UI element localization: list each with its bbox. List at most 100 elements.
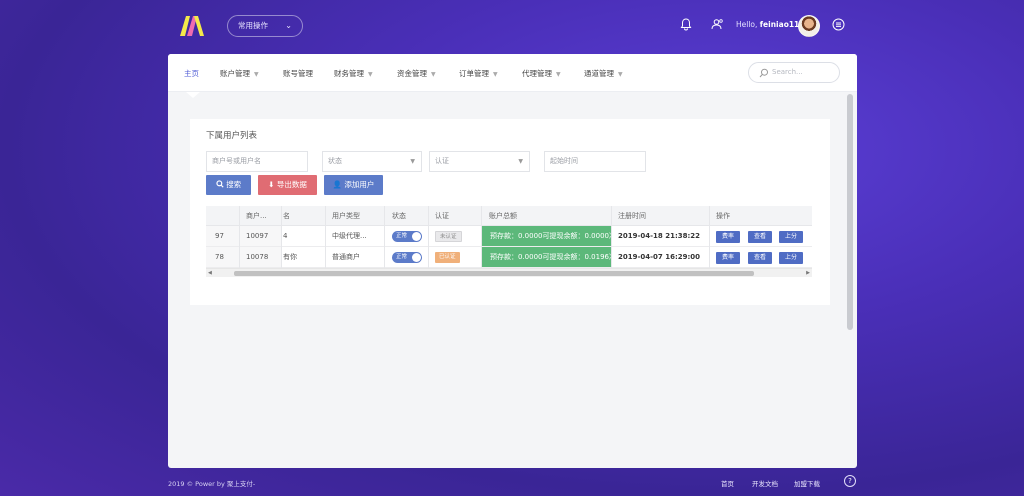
nav-item-label: 主页: [184, 69, 199, 78]
chevron-down-icon: ▼: [410, 158, 415, 165]
column-divider: [239, 206, 240, 268]
chevron-down-icon: ▼: [493, 71, 498, 78]
column-divider: [611, 206, 612, 268]
view-button[interactable]: 查看: [748, 252, 772, 264]
user-table: 商户... 名 用户类型 状态 认证 账户总额 注册时间 操作 97 10097…: [206, 206, 812, 278]
search-button-label: 搜索: [226, 180, 242, 189]
status-select[interactable]: 状态 ▼: [322, 151, 422, 172]
status-toggle[interactable]: 正常: [392, 252, 422, 263]
auth-select[interactable]: 认证 ▼: [429, 151, 530, 172]
chevron-down-icon: ▼: [254, 71, 259, 78]
rate-button[interactable]: 费率: [716, 231, 740, 243]
avatar[interactable]: [798, 15, 820, 37]
column-header[interactable]: 操作: [716, 206, 746, 225]
search-button[interactable]: 搜索: [206, 175, 251, 195]
table-row: 97 10097 4 中级代理... 正常 未认证 预存款：0.0000可提现余…: [206, 226, 812, 247]
column-divider: [325, 206, 326, 268]
search-placeholder: Search...: [772, 68, 803, 76]
auth-badge: 未认证: [435, 231, 462, 242]
chevron-down-icon: ▼: [431, 71, 436, 78]
search-icon: [759, 68, 768, 78]
table-row: 78 10078 有你 普通商户 正常 已认证 预存款：0.0000可提现余额：…: [206, 247, 812, 268]
menu-icon[interactable]: [832, 18, 846, 32]
scrollbar-thumb[interactable]: [234, 271, 754, 276]
start-time-input[interactable]: 起始时间: [544, 151, 646, 172]
register-time: 2019-04-18 21:38:22: [618, 232, 701, 240]
table-header: 商户... 名 用户类型 状态 认证 账户总额 注册时间 操作: [206, 206, 812, 226]
status-toggle-label: 正常: [396, 254, 408, 260]
toggle-knob: [412, 232, 421, 241]
user-type: 中级代理...: [332, 232, 367, 240]
search-icon: [216, 180, 224, 188]
scroll-right-icon[interactable]: ▶: [806, 269, 810, 277]
nav-item-label: 账户管理: [220, 69, 250, 78]
quick-actions-label: 常用操作: [238, 21, 268, 30]
status-select-label: 状态: [328, 157, 342, 165]
footer-link-home[interactable]: 首页: [721, 478, 734, 488]
account-placeholder: 商户号或用户名: [212, 157, 261, 165]
column-header[interactable]: 名: [283, 206, 303, 225]
scroll-left-icon[interactable]: ◀: [208, 269, 212, 277]
column-divider: [281, 206, 282, 268]
merchant-id: 10078: [246, 253, 269, 261]
register-time: 2019-04-07 16:29:00: [618, 253, 701, 261]
bell-icon[interactable]: [680, 18, 694, 32]
user-name: 有你: [283, 253, 297, 261]
user-name: 4: [283, 232, 288, 240]
start-time-placeholder: 起始时间: [550, 157, 578, 165]
search-input[interactable]: Search...: [748, 62, 840, 83]
credit-button[interactable]: 上分: [779, 252, 803, 264]
nav-item-account[interactable]: 账户管理 ▼: [220, 68, 259, 79]
nav-item-home[interactable]: 主页: [184, 68, 199, 79]
footer-link-download[interactable]: 加盟下载: [794, 478, 820, 488]
row-id: 78: [215, 253, 224, 261]
toggle-knob: [412, 253, 421, 262]
footer-link-docs[interactable]: 开发文档: [752, 478, 778, 488]
nav-item-orders[interactable]: 订单管理 ▼: [459, 68, 498, 79]
account-search-input[interactable]: 商户号或用户名: [206, 151, 308, 172]
chevron-down-icon: ▼: [368, 71, 373, 78]
logo[interactable]: [178, 14, 206, 38]
main-panel: 主页 账户管理 ▼ 账号管理 财务管理 ▼ 资金管理 ▼ 订单管理 ▼ 代理管理 ▼ 通道…: [168, 54, 857, 468]
view-button[interactable]: 查看: [748, 231, 772, 243]
nav-item-channels[interactable]: 通道管理 ▼: [584, 68, 623, 79]
rate-button[interactable]: 费率: [716, 252, 740, 264]
credit-button[interactable]: 上分: [779, 231, 803, 243]
greeting: Hello, feiniao111: [736, 20, 805, 29]
top-bar: 常用操作 ⌄ Hello, feiniao111: [0, 0, 1024, 52]
table-horizontal-scrollbar[interactable]: ◀ ▶: [206, 268, 812, 277]
footer: 2019 © Power by 聚上支付- 首页 开发文档 加盟下载 ?: [0, 470, 1024, 496]
users-icon[interactable]: [710, 18, 724, 32]
nav-item-label: 订单管理: [459, 69, 489, 78]
user-list-card: 下属用户列表 商户号或用户名 状态 ▼ 认证 ▼ 起始时间 搜索 ⬇ 导出数据 …: [190, 119, 830, 305]
column-divider: [428, 206, 429, 268]
page-scrollbar[interactable]: [847, 94, 853, 330]
balance-cell: 预存款：0.0000可提现余额：0.0196冻结：0: [482, 247, 611, 267]
nav-item-agents[interactable]: 代理管理 ▼: [522, 68, 561, 79]
export-button[interactable]: ⬇ 导出数据: [258, 175, 317, 195]
column-divider: [384, 206, 385, 268]
status-toggle[interactable]: 正常: [392, 231, 422, 242]
column-header[interactable]: 注册时间: [618, 206, 678, 225]
card-title: 下属用户列表: [206, 131, 258, 141]
column-header[interactable]: 状态: [392, 206, 422, 225]
nav-item-accounts[interactable]: 账号管理: [283, 68, 313, 79]
column-header[interactable]: 账户总额: [489, 206, 549, 225]
auth-select-label: 认证: [435, 157, 449, 165]
copyright: 2019 © Power by 聚上支付-: [168, 480, 256, 488]
merchant-id: 10097: [246, 232, 269, 240]
nav-item-finance[interactable]: 财务管理 ▼: [334, 68, 373, 79]
chevron-down-icon: ▼: [618, 71, 623, 78]
column-header[interactable]: 用户类型: [332, 206, 382, 225]
add-user-button[interactable]: 👤 添加用户: [324, 175, 383, 195]
nav-item-label: 账号管理: [283, 69, 313, 78]
quick-actions-select[interactable]: 常用操作 ⌄: [227, 15, 303, 37]
user-icon: 👤: [332, 180, 342, 189]
column-header[interactable]: 认证: [435, 206, 465, 225]
nav-item-funds[interactable]: 资金管理 ▼: [397, 68, 436, 79]
export-button-label: 导出数据: [276, 180, 307, 189]
column-divider: [481, 206, 482, 268]
help-icon[interactable]: ?: [844, 475, 856, 487]
user-type: 普通商户: [332, 253, 360, 261]
column-header[interactable]: 商户...: [246, 206, 278, 225]
